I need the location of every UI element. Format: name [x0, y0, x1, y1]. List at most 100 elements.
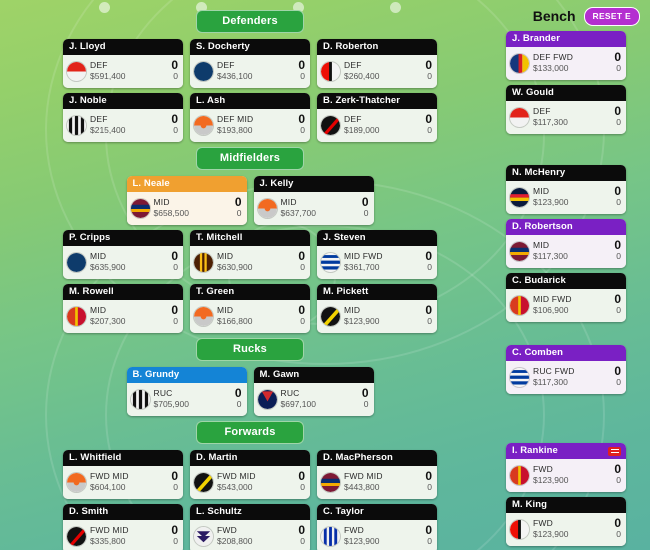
player-card[interactable]: I. Rankine FWD $123,900 0 0	[506, 443, 626, 492]
rucks-row-1: B. Grundy RUC $705,900 0 0 M. Gawn RUC $697,100…	[8, 367, 492, 416]
player-card[interactable]: L. Neale MID $658,500 0 0	[126, 176, 247, 225]
club-logo-icon	[194, 526, 213, 546]
player-secondary-score: 0	[427, 262, 432, 272]
club-logo-icon	[510, 187, 529, 207]
player-score: 0	[425, 303, 432, 317]
player-scores: 00	[298, 304, 305, 327]
defenders-row-1: J. Lloyd DEF $591,400 0 0 S. Docherty DEF $436,…	[8, 39, 492, 88]
player-card[interactable]: M. Gawn RUC $697,100 0 0	[253, 367, 374, 416]
player-name: J. Noble	[69, 95, 107, 106]
player-price: $123,900	[344, 536, 380, 546]
player-position: MID	[533, 240, 550, 250]
player-scores: 00	[425, 59, 432, 82]
forwards-row-1: L. Whitfield FWD MID $604,100 0 0 D. Martin FW…	[8, 450, 492, 499]
player-price: $189,000	[344, 125, 380, 135]
player-name: T. Mitchell	[196, 232, 243, 243]
player-price: $436,100	[217, 71, 253, 81]
player-name: B. Zerk-Thatcher	[323, 95, 401, 106]
player-card[interactable]: D. MacPherson FWD MID $443,800 0 0	[317, 450, 437, 499]
player-card[interactable]: J. Lloyd DEF $591,400 0 0	[63, 39, 183, 88]
player-info: FWD $123,900	[344, 525, 421, 547]
player-card-body: DEF $189,000 0 0	[317, 109, 437, 142]
player-scores: 00	[614, 292, 621, 316]
player-card[interactable]: N. McHenry MID $123,900 0 0	[506, 165, 626, 214]
player-card[interactable]: C. Budarick MID FWD $106,900 0 0	[506, 273, 626, 322]
club-logo-icon	[510, 367, 529, 387]
player-score: 0	[171, 112, 178, 126]
player-secondary-score: 0	[427, 482, 432, 492]
bench-gap	[506, 399, 642, 443]
player-position: MID FWD	[344, 251, 383, 261]
player-card[interactable]: J. Kelly MID $637,700 0 0	[253, 176, 374, 225]
player-scores: 00	[171, 58, 178, 82]
player-score: 0	[171, 58, 178, 72]
player-score: 0	[425, 469, 432, 483]
player-card[interactable]: J. Brander DEF FWD $133,000 0 0	[506, 31, 626, 80]
player-card[interactable]: L. Ash DEF MID $193,800 0 0	[190, 93, 310, 142]
player-card[interactable]: T. Mitchell MID $630,900 0 0	[190, 230, 310, 279]
section-header-midfielders: Midfielders	[196, 147, 304, 170]
bench-group-rucks: C. Comben RUC FWD $117,300 0 0	[506, 345, 642, 399]
bench-group-midfielders: N. McHenry MID $123,900 0 0 D. Robertson MID $1…	[506, 165, 642, 327]
player-secondary-score: 0	[300, 71, 305, 81]
player-card[interactable]: C. Taylor FWD $123,900 0 0	[317, 504, 437, 550]
player-position: FWD	[217, 525, 237, 535]
player-info: DEF $436,100	[217, 60, 294, 82]
player-card[interactable]: D. Smith FWD MID $335,800 0 0	[63, 504, 183, 550]
player-score: 0	[614, 292, 621, 306]
player-card[interactable]: S. Docherty DEF $436,100 0 0	[190, 39, 310, 88]
player-card[interactable]: M. Rowell MID $207,300 0 0	[63, 284, 183, 333]
midfielders-row-3: M. Rowell MID $207,300 0 0 T. Green MID $166,80…	[8, 284, 492, 333]
player-scores: 00	[614, 365, 621, 388]
player-card-body: MID FWD $106,900 0 0	[506, 289, 626, 322]
player-card[interactable]: L. Whitfield FWD MID $604,100 0 0	[63, 450, 183, 499]
player-card[interactable]: P. Cripps MID $635,900 0 0	[63, 230, 183, 279]
club-logo-icon	[67, 252, 86, 272]
player-card[interactable]: D. Robertson MID $117,300 0 0	[506, 219, 626, 268]
player-card-body: FWD $123,900 0 0	[317, 520, 437, 550]
player-card[interactable]: W. Gould DEF $117,300 0 0	[506, 85, 626, 134]
player-card-body: RUC FWD $117,300 0 0	[506, 361, 626, 394]
player-card[interactable]: B. Grundy RUC $705,900 0 0	[126, 367, 247, 416]
player-price: $208,800	[217, 536, 253, 546]
section-header-defenders: Defenders	[196, 10, 304, 33]
reset-emergencies-button[interactable]: RESET E	[583, 6, 640, 26]
player-card[interactable]: L. Schultz FWD $208,800 0 0	[190, 504, 310, 550]
club-logo-icon	[510, 53, 529, 73]
player-name: L. Neale	[132, 178, 170, 189]
player-card-header: D. Robertson	[506, 219, 626, 235]
section-header-forwards: Forwards	[196, 421, 304, 444]
player-score: 0	[171, 469, 178, 483]
player-card[interactable]: D. Roberton DEF $260,400 0 0	[317, 39, 437, 88]
player-secondary-score: 0	[173, 262, 178, 272]
player-card-header: T. Mitchell	[190, 230, 310, 246]
club-logo-icon	[510, 519, 529, 539]
player-name: D. Martin	[196, 452, 238, 463]
club-logo-icon	[257, 389, 277, 409]
club-logo-icon	[510, 465, 529, 485]
player-card[interactable]: M. Pickett MID $123,900 0 0	[317, 284, 437, 333]
player-info: RUC FWD $117,300	[533, 366, 610, 388]
player-price: $123,900	[533, 529, 569, 539]
player-info: MID $635,900	[90, 251, 167, 273]
player-price: $166,800	[217, 316, 253, 326]
player-card-header: W. Gould	[506, 85, 626, 101]
player-card-body: DEF $260,400 0 0	[317, 55, 437, 88]
player-card-header: P. Cripps	[63, 230, 183, 246]
player-secondary-score: 0	[173, 536, 178, 546]
player-card[interactable]: D. Martin FWD MID $543,000 0 0	[190, 450, 310, 499]
player-card-body: DEF $215,400 0 0	[63, 109, 183, 142]
club-logo-icon	[510, 241, 529, 261]
player-card[interactable]: B. Zerk-Thatcher DEF $189,000 0 0	[317, 93, 437, 142]
player-card[interactable]: C. Comben RUC FWD $117,300 0 0	[506, 345, 626, 394]
player-price: $260,400	[344, 71, 380, 81]
player-position: DEF	[344, 114, 362, 124]
player-name: W. Gould	[512, 87, 554, 98]
player-card[interactable]: J. Noble DEF $215,400 0 0	[63, 93, 183, 142]
player-card[interactable]: J. Steven MID FWD $361,700 0 0	[317, 230, 437, 279]
player-scores: 00	[614, 239, 621, 262]
player-score: 0	[298, 112, 305, 126]
player-price: $658,500	[153, 208, 189, 218]
player-card[interactable]: T. Green MID $166,800 0 0	[190, 284, 310, 333]
player-card[interactable]: M. King FWD $123,900 0 0	[506, 497, 626, 546]
